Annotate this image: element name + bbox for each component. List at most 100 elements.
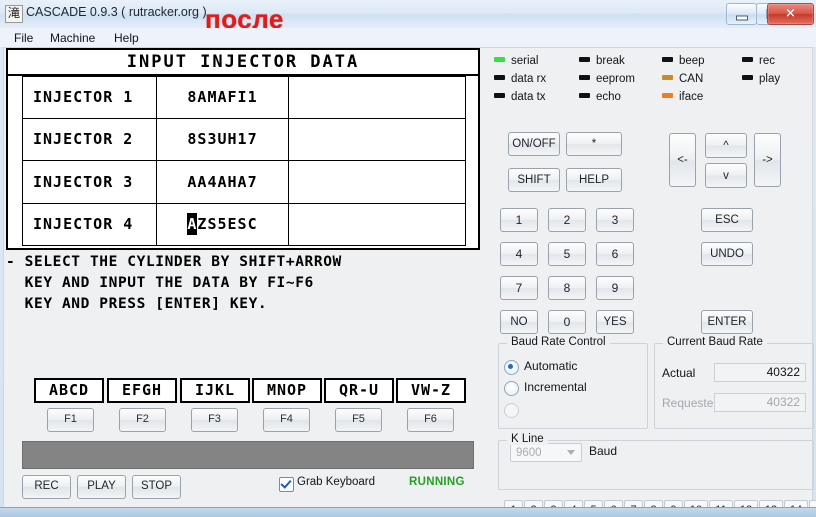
window-title: CASCADE 0.9.3 ( rutracker.org ) <box>26 5 207 19</box>
table-row: INJECTOR 4 A ZS5ESC <box>22 203 466 246</box>
lcd-title: INPUT INJECTOR DATA <box>8 50 478 76</box>
led-indicator-panel: serial data rx data tx break eeprom echo… <box>494 55 804 107</box>
led-item-rec: rec <box>742 55 775 67</box>
fkey-button-f5[interactable]: F5 <box>335 408 382 432</box>
fkey-letter-row: ABCD EFGH IJKL MNOP QR-U VW-Z <box>4 378 484 408</box>
activity-progress-bar <box>22 441 474 469</box>
close-icon: ✕ <box>785 6 796 22</box>
undo-button[interactable]: UNDO <box>701 242 753 266</box>
led-item-play: play <box>742 73 780 85</box>
key-1[interactable]: 1 <box>500 208 538 232</box>
led-item-iface: iface <box>662 91 703 103</box>
star-button[interactable]: * <box>566 132 622 156</box>
stop-button[interactable]: STOP <box>132 475 181 499</box>
led-item-data-rx: data rx <box>494 73 546 85</box>
fkey-button-f1[interactable]: F1 <box>47 408 94 432</box>
injector-3-label: INJECTOR 3 <box>22 161 157 204</box>
led-item-data-tx: data tx <box>494 91 546 103</box>
fkey-button-f6[interactable]: F6 <box>407 408 454 432</box>
key-no[interactable]: NO <box>500 310 538 334</box>
radio-automatic-label: Automatic <box>524 359 578 373</box>
application-window: 滝 CASCADE 0.9.3 ( rutracker.org ) после … <box>0 0 816 517</box>
window-bottom-edge <box>0 507 816 517</box>
led-serial-icon <box>494 57 505 63</box>
window-titlebar: 滝 CASCADE 0.9.3 ( rutracker.org ) после … <box>0 0 816 32</box>
play-button[interactable]: PLAY <box>77 475 126 499</box>
shift-button[interactable]: SHIFT <box>508 168 560 192</box>
led-item-beep: beep <box>662 55 705 67</box>
status-badge: RUNNING <box>409 476 465 488</box>
arrow-down-button[interactable]: v <box>705 163 747 188</box>
table-row: INJECTOR 1 8AMAFI1 <box>22 76 466 119</box>
arrow-right-button[interactable]: -> <box>754 133 781 187</box>
fkey-letters-f2: EFGH <box>107 378 177 403</box>
actual-value: 40322 <box>714 363 806 382</box>
injector-1-label: INJECTOR 1 <box>22 76 157 119</box>
injector-4-value: A ZS5ESC <box>157 203 289 246</box>
menu-item-machine[interactable]: Machine <box>44 30 101 46</box>
arrow-left-button[interactable]: <- <box>669 133 696 187</box>
lcd-injector-table: INJECTOR 1 8AMAFI1 INJECTOR 2 8S3UH17 IN… <box>22 76 466 246</box>
injector-1-value: 8AMAFI1 <box>157 76 289 119</box>
key-0[interactable]: 0 <box>548 310 586 334</box>
radio-incremental[interactable] <box>504 381 519 396</box>
esc-button[interactable]: ESC <box>701 208 753 232</box>
radio-manual-baud[interactable] <box>504 403 519 418</box>
fkey-button-row: F1 F2 F3 F4 F5 F6 <box>4 408 484 434</box>
table-row: INJECTOR 2 8S3UH17 <box>22 118 466 161</box>
table-row: INJECTOR 3 AA4AHA7 <box>22 161 466 204</box>
injector-2-code: 8S3UH17 <box>187 130 258 149</box>
injector-4-label: INJECTOR 4 <box>22 203 157 246</box>
onoff-button[interactable]: ON/OFF <box>508 132 560 156</box>
key-3[interactable]: 3 <box>596 208 634 232</box>
minimize-button[interactable] <box>726 3 757 25</box>
key-8[interactable]: 8 <box>548 276 586 300</box>
led-eeprom-icon <box>579 75 590 81</box>
key-6[interactable]: 6 <box>596 242 634 266</box>
current-baud-rate-title: Current Baud Rate <box>663 336 767 348</box>
injector-1-spare <box>289 76 466 119</box>
injector-3-value: AA4AHA7 <box>157 161 289 204</box>
kline-title: K Line <box>507 433 548 445</box>
key-7[interactable]: 7 <box>500 276 538 300</box>
fkey-letters-f1: ABCD <box>34 378 104 403</box>
led-data-rx-icon <box>494 75 505 81</box>
fkey-letters-f3: IJKL <box>180 378 250 403</box>
grab-keyboard-label: Grab Keyboard <box>297 476 375 488</box>
close-button[interactable]: ✕ <box>767 3 814 25</box>
injector-3-code: AA4AHA7 <box>187 172 258 191</box>
key-2[interactable]: 2 <box>548 208 586 232</box>
led-item-echo: echo <box>579 91 621 103</box>
key-5[interactable]: 5 <box>548 242 586 266</box>
rec-button[interactable]: REC <box>22 475 71 499</box>
radio-incremental-label: Incremental <box>524 380 587 394</box>
radio-automatic[interactable] <box>504 360 519 375</box>
menu-item-file[interactable]: File <box>8 30 39 46</box>
fkey-letters-f5: QR-U <box>324 378 394 403</box>
fkey-letters-f4: MNOP <box>252 378 322 403</box>
key-9[interactable]: 9 <box>596 276 634 300</box>
fkey-button-f4[interactable]: F4 <box>263 408 310 432</box>
enter-button[interactable]: ENTER <box>701 310 753 334</box>
injector-1-code: 8AMAFI1 <box>187 88 258 107</box>
key-yes[interactable]: YES <box>596 310 634 334</box>
injector-4-code: ZS5ESC <box>197 215 258 234</box>
cascade-app-icon: 滝 <box>5 5 23 23</box>
actual-label: Actual <box>662 366 696 380</box>
injector-2-label: INJECTOR 2 <box>22 118 157 161</box>
help-button[interactable]: HELP <box>566 168 622 192</box>
lcd-instruction-text: - SELECT THE CYLINDER BY SHIFT+ARROW KEY… <box>6 254 342 312</box>
key-4[interactable]: 4 <box>500 242 538 266</box>
led-item-can: CAN <box>662 73 703 85</box>
led-break-icon <box>579 57 590 63</box>
baud-rate-control-title: Baud Rate Control <box>507 336 610 348</box>
fkey-letters-f6: VW-Z <box>396 378 466 403</box>
led-item-serial: serial <box>494 55 538 67</box>
fkey-button-f2[interactable]: F2 <box>119 408 166 432</box>
grab-keyboard-checkbox[interactable] <box>279 477 294 492</box>
led-beep-icon <box>662 57 673 63</box>
kline-group: K Line <box>498 433 814 490</box>
fkey-button-f3[interactable]: F3 <box>191 408 238 432</box>
arrow-up-button[interactable]: ^ <box>705 133 747 158</box>
menu-item-help[interactable]: Help <box>108 30 145 46</box>
